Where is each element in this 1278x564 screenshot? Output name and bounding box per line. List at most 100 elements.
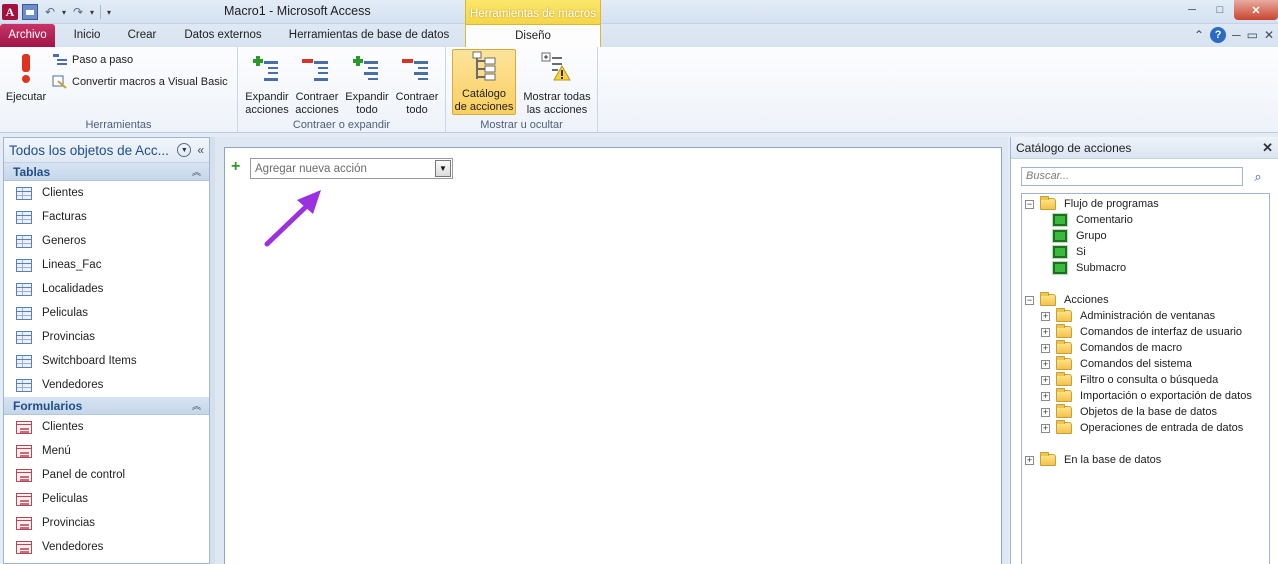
doc-minimize-icon[interactable]: ─ [1232, 28, 1241, 42]
collapse-actions-button[interactable]: Contraer acciones [294, 49, 340, 117]
show-all-actions-icon [539, 49, 575, 87]
nav-dropdown-icon[interactable]: ▼ [177, 143, 192, 157]
run-button[interactable]: Ejecutar [4, 49, 48, 104]
collapse-toggle-icon[interactable]: − [1025, 199, 1034, 209]
tab-create[interactable]: Crear [120, 24, 164, 47]
save-icon[interactable] [22, 4, 38, 20]
action-catalog-button[interactable]: Catálogo de acciones [452, 49, 516, 115]
chevron-up-icon[interactable]: ︽ [192, 165, 201, 178]
add-new-action-combo[interactable]: Agregar nueva acción ▼ [250, 158, 453, 179]
nav-table-item[interactable]: Vendedores [4, 373, 209, 397]
tree-node-label: Flujo de programas [1064, 198, 1159, 210]
catalog-search-input[interactable]: Buscar... [1021, 167, 1243, 186]
maximize-button[interactable]: □ [1206, 0, 1234, 20]
redo-dropdown-icon[interactable]: ▾ [90, 8, 94, 17]
tree-node-action-category[interactable]: + Objetos de la base de datos [1041, 404, 1217, 420]
nav-pane-header[interactable]: Todos los objetos de Acc... ▼ « [4, 138, 209, 163]
collapse-toggle-icon[interactable]: − [1025, 295, 1034, 305]
chevron-up-icon[interactable]: ︽ [192, 399, 201, 412]
catalog-close-icon[interactable]: ✕ [1262, 140, 1273, 156]
folder-icon [1056, 308, 1072, 322]
shutter-collapse-icon[interactable]: « [197, 143, 204, 157]
expand-all-label-2: todo [356, 104, 378, 116]
nav-form-item[interactable]: Clientes [4, 415, 209, 439]
customize-qat-icon[interactable]: ▾ [107, 8, 111, 17]
undo-icon[interactable]: ↶ [42, 4, 58, 20]
catalog-header: Catálogo de acciones ✕ [1011, 137, 1278, 159]
expand-toggle-icon[interactable]: + [1041, 407, 1050, 417]
show-all-actions-button[interactable]: Mostrar todas las acciones [518, 49, 596, 117]
close-window-button[interactable]: ✕ [1234, 0, 1278, 20]
nav-table-item[interactable]: Clientes [4, 181, 209, 205]
nav-table-item[interactable]: Facturas [4, 205, 209, 229]
nav-item-label: Localidades [42, 283, 104, 295]
nav-table-item[interactable]: Peliculas [4, 301, 209, 325]
tree-node-flow-item[interactable]: Comentario [1052, 212, 1133, 228]
group-expand-collapse: Expandir acciones Contraer acciones Expa… [238, 47, 446, 133]
nav-form-item[interactable]: Menú [4, 439, 209, 463]
expand-toggle-icon[interactable]: + [1025, 455, 1034, 465]
nav-group-header[interactable]: Tablas ︽ [4, 163, 209, 181]
add-new-action-placeholder: Agregar nueva acción [255, 162, 367, 175]
minimize-ribbon-icon[interactable]: ⌃ [1194, 28, 1204, 42]
tree-node-flow-item[interactable]: Submacro [1052, 260, 1126, 276]
tree-node-actions[interactable]: − Acciones [1025, 292, 1109, 308]
folder-icon [1040, 452, 1056, 466]
nav-table-item[interactable]: Generos [4, 229, 209, 253]
quick-access-toolbar: A ↶ ▾ ↷ ▾ ▾ [2, 3, 111, 21]
group-expand-collapse-label: Contraer o expandir [292, 119, 391, 131]
undo-dropdown-icon[interactable]: ▾ [62, 8, 66, 17]
nav-item-label: Clientes [42, 421, 84, 433]
search-icon[interactable]: ⌕ [1249, 168, 1267, 185]
redo-icon[interactable]: ↷ [70, 4, 86, 20]
run-label: Ejecutar [5, 91, 47, 103]
tab-design[interactable]: Diseño [465, 24, 601, 47]
tree-node-in-database[interactable]: + En la base de datos [1025, 452, 1161, 468]
tree-node-action-category[interactable]: + Administración de ventanas [1041, 308, 1215, 324]
nav-form-item[interactable]: Provincias [4, 511, 209, 535]
expand-toggle-icon[interactable]: + [1041, 327, 1050, 337]
expand-all-button[interactable]: Expandir todo [344, 49, 390, 117]
tab-database-tools[interactable]: Herramientas de base de datos [282, 24, 456, 47]
tree-node-action-category[interactable]: + Comandos de macro [1041, 340, 1182, 356]
tree-node-flow-item[interactable]: Si [1052, 244, 1086, 260]
minimize-button[interactable]: ─ [1178, 0, 1206, 20]
doc-close-icon[interactable]: ✕ [1264, 28, 1274, 42]
form-icon [16, 468, 32, 482]
nav-table-item[interactable]: Provincias [4, 325, 209, 349]
tree-node-flow-item[interactable]: Grupo [1052, 228, 1107, 244]
expand-toggle-icon[interactable]: + [1041, 311, 1050, 321]
tab-external-data[interactable]: Datos externos [175, 24, 271, 47]
nav-table-item[interactable]: Lineas_Fac [4, 253, 209, 277]
nav-group-header[interactable]: Formularios ︽ [4, 397, 209, 415]
nav-table-item[interactable]: Localidades [4, 277, 209, 301]
expand-toggle-icon[interactable]: + [1041, 423, 1050, 433]
expand-toggle-icon[interactable]: + [1041, 343, 1050, 353]
table-icon [16, 282, 32, 296]
help-icon[interactable]: ? [1210, 27, 1227, 43]
tree-node-action-category[interactable]: + Filtro o consulta o búsqueda [1041, 372, 1218, 388]
macro-canvas[interactable]: + Agregar nueva acción ▼ [224, 147, 1002, 564]
step-button[interactable]: Paso a paso [52, 53, 133, 67]
tree-node-program-flow[interactable]: − Flujo de programas [1025, 196, 1159, 212]
tree-node-action-category[interactable]: + Comandos de interfaz de usuario [1041, 324, 1242, 340]
tree-node-action-category[interactable]: + Importación o exportación de datos [1041, 388, 1252, 404]
nav-form-item[interactable]: Peliculas [4, 487, 209, 511]
tab-file[interactable]: Archivo [0, 24, 55, 47]
access-app-icon[interactable]: A [2, 4, 18, 20]
tab-home[interactable]: Inicio [64, 24, 110, 47]
convert-macros-button[interactable]: Convertir macros a Visual Basic [52, 75, 228, 89]
doc-restore-icon[interactable]: ▭ [1247, 28, 1258, 42]
expand-actions-button[interactable]: Expandir acciones [244, 49, 290, 117]
nav-form-item[interactable]: Panel de control [4, 463, 209, 487]
tree-node-label: Filtro o consulta o búsqueda [1080, 374, 1219, 386]
tree-node-action-category[interactable]: + Comandos del sistema [1041, 356, 1192, 372]
nav-form-item[interactable]: Vendedores [4, 535, 209, 559]
expand-toggle-icon[interactable]: + [1041, 391, 1050, 401]
combo-dropdown-icon[interactable]: ▼ [435, 160, 451, 177]
expand-toggle-icon[interactable]: + [1041, 359, 1050, 369]
tree-node-action-category[interactable]: + Operaciones de entrada de datos [1041, 420, 1243, 436]
expand-toggle-icon[interactable]: + [1041, 375, 1050, 385]
collapse-all-button[interactable]: Contraer todo [394, 49, 440, 117]
nav-table-item[interactable]: Switchboard Items [4, 349, 209, 373]
